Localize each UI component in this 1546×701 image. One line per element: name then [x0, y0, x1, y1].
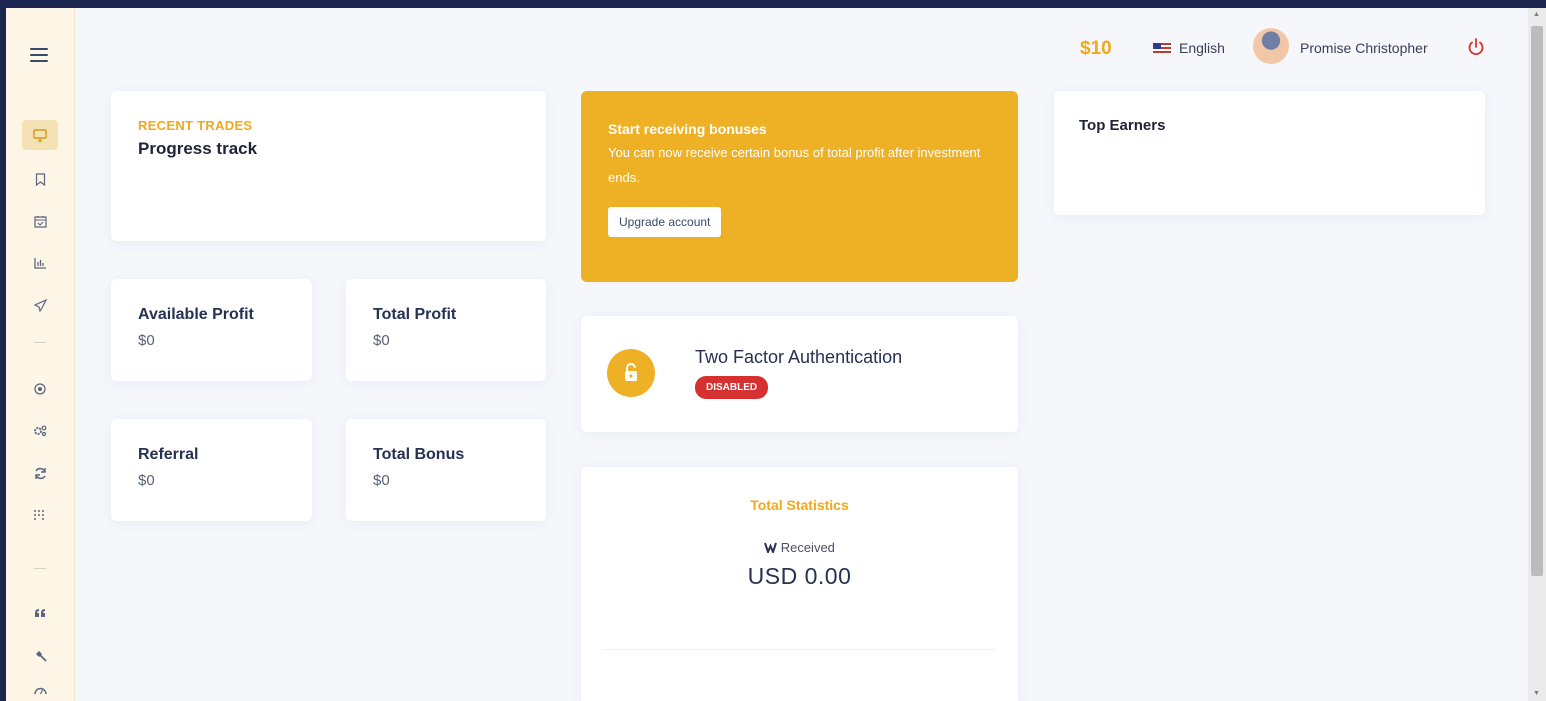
total-statistics-card: Total Statistics Received USD 0.00 — [581, 467, 1018, 701]
received-value: USD 0.00 — [747, 563, 852, 589]
scroll-up-icon[interactable]: ▲ — [1533, 11, 1540, 18]
page-scrollbar[interactable]: ▲ ▼ — [1528, 8, 1546, 701]
stat-value: $0 — [373, 472, 390, 489]
us-flag-icon — [1153, 42, 1171, 54]
bonus-banner: Start receiving bonuses You can now rece… — [581, 91, 1018, 282]
sidebar-item-tools[interactable] — [22, 640, 58, 670]
sidebar-item-exchange[interactable] — [22, 458, 58, 488]
user-name[interactable]: Promise Christopher — [1300, 40, 1428, 56]
menu-toggle-icon[interactable] — [30, 48, 48, 62]
sidebar-divider — [34, 342, 46, 343]
language-label: English — [1179, 40, 1225, 56]
sidebar-item-calendar[interactable] — [22, 206, 58, 236]
stat-value: $0 — [373, 332, 390, 349]
bonus-title: Start receiving bonuses — [608, 121, 767, 137]
stat-value: $0 — [138, 472, 155, 489]
top-earners-title: Top Earners — [1079, 117, 1166, 134]
sidebar-divider — [34, 568, 46, 569]
wallet-icon — [764, 542, 778, 555]
unlock-icon — [607, 349, 655, 397]
progress-track-title: Progress track — [138, 139, 258, 158]
logout-button[interactable] — [1465, 36, 1487, 58]
gauge-icon — [33, 687, 47, 695]
language-selector[interactable]: English — [1153, 40, 1225, 56]
top-earners-card: Top Earners — [1054, 91, 1485, 215]
total-statistics-title: Total Statistics — [750, 497, 849, 513]
bar-chart-icon — [33, 258, 46, 269]
stat-label: Available Profit — [138, 306, 254, 323]
monitor-icon — [33, 128, 47, 142]
sidebar-item-dashboard[interactable] — [22, 120, 58, 150]
received-label: Received — [780, 540, 835, 555]
stat-label: Total Profit — [373, 306, 457, 323]
status-badge: DISABLED — [695, 376, 769, 399]
bonus-description: You can now receive certain bonus of tot… — [608, 145, 981, 185]
recent-trades-eyebrow: RECENT TRADES — [138, 118, 253, 133]
total-profit-card: Total Profit $0 — [346, 279, 546, 381]
refresh-icon — [34, 467, 46, 479]
stat-value: $0 — [138, 332, 155, 349]
avatar[interactable] — [1253, 28, 1289, 64]
hammer-icon — [35, 650, 47, 662]
grid-dots-icon — [34, 510, 44, 520]
power-icon — [1468, 38, 1484, 56]
calendar-icon — [33, 215, 47, 228]
bookmark-icon — [35, 172, 45, 186]
stat-label: Total Bonus — [373, 446, 465, 463]
available-profit-card: Available Profit $0 — [111, 279, 312, 381]
quote-icon — [34, 609, 45, 617]
sidebar-item-target[interactable] — [22, 374, 58, 404]
gears-icon — [34, 425, 47, 437]
total-bonus-card: Total Bonus $0 — [346, 419, 546, 521]
sidebar-item-testimonials[interactable] — [22, 598, 58, 628]
target-icon — [34, 383, 46, 395]
sidebar — [6, 8, 75, 701]
scroll-thumb[interactable] — [1531, 26, 1543, 576]
divider — [603, 649, 995, 650]
sidebar-item-speed[interactable] — [22, 676, 58, 701]
sidebar-item-analytics[interactable] — [22, 248, 58, 278]
balance-amount[interactable]: $10 — [1080, 38, 1112, 60]
sidebar-item-settings[interactable] — [22, 416, 58, 446]
sidebar-item-bookmarks[interactable] — [22, 164, 58, 194]
received-row: Received — [581, 540, 1018, 555]
sidebar-item-apps[interactable] — [22, 500, 58, 530]
top-bar: $10 English Promise Christopher — [75, 8, 1526, 88]
send-icon — [33, 298, 47, 312]
sidebar-item-send[interactable] — [22, 290, 58, 320]
upgrade-account-button[interactable]: Upgrade account — [608, 207, 722, 237]
two-factor-card: Two Factor Authentication DISABLED — [581, 316, 1018, 432]
two-factor-title: Two Factor Authentication — [695, 347, 903, 367]
recent-trades-card: RECENT TRADES Progress track — [111, 91, 546, 241]
scroll-down-icon[interactable]: ▼ — [1533, 690, 1540, 697]
stat-label: Referral — [138, 446, 199, 463]
referral-card: Referral $0 — [111, 419, 312, 521]
